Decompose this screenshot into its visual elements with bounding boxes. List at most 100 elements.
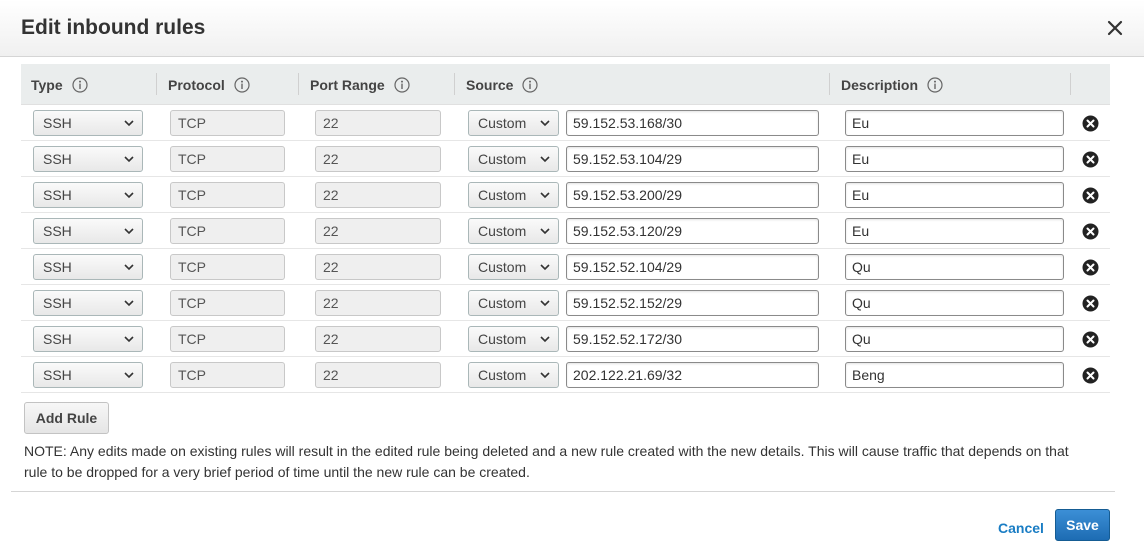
chevron-down-icon bbox=[124, 336, 134, 343]
chevron-down-icon bbox=[124, 120, 134, 127]
source-cidr-input[interactable]: 59.152.53.120/29 bbox=[566, 218, 819, 244]
type-select[interactable]: SSH bbox=[33, 146, 143, 172]
source-type-select[interactable]: Custom bbox=[468, 110, 559, 136]
source-type-select[interactable]: Custom bbox=[468, 290, 559, 316]
column-header-protocol: Protocol bbox=[168, 64, 250, 105]
column-divider bbox=[829, 73, 830, 95]
type-select[interactable]: SSH bbox=[33, 182, 143, 208]
source-type-value: Custom bbox=[478, 331, 527, 347]
protocol-field: TCP bbox=[170, 362, 285, 388]
source-cidr-input[interactable]: 59.152.52.172/30 bbox=[566, 326, 819, 352]
remove-rule-icon[interactable] bbox=[1082, 331, 1099, 348]
type-select[interactable]: SSH bbox=[33, 290, 143, 316]
port-range-field: 22 bbox=[315, 218, 441, 244]
protocol-field: TCP bbox=[170, 326, 285, 352]
chevron-down-icon bbox=[540, 372, 550, 379]
description-input[interactable]: Qu bbox=[845, 326, 1064, 352]
source-type-select[interactable]: Custom bbox=[468, 182, 559, 208]
source-cidr-input[interactable]: 59.152.53.168/30 bbox=[566, 110, 819, 136]
rule-row: SSH TCP 22 Custom 202.122.21.69/32 Beng bbox=[21, 357, 1110, 393]
close-icon[interactable] bbox=[1104, 17, 1126, 39]
info-icon[interactable] bbox=[72, 76, 88, 93]
description-input[interactable]: Eu bbox=[845, 218, 1064, 244]
description-input[interactable]: Qu bbox=[845, 254, 1064, 280]
remove-rule-icon[interactable] bbox=[1082, 223, 1099, 240]
chevron-down-icon bbox=[124, 264, 134, 271]
type-value: SSH bbox=[43, 187, 72, 203]
info-icon[interactable] bbox=[522, 76, 539, 93]
chevron-down-icon bbox=[540, 300, 550, 307]
chevron-down-icon bbox=[124, 300, 134, 307]
chevron-down-icon bbox=[540, 336, 550, 343]
source-cidr-input[interactable]: 202.122.21.69/32 bbox=[566, 362, 819, 388]
cancel-button[interactable]: Cancel bbox=[998, 520, 1044, 536]
protocol-field: TCP bbox=[170, 290, 285, 316]
remove-rule-icon[interactable] bbox=[1082, 151, 1099, 168]
protocol-field: TCP bbox=[170, 182, 285, 208]
port-range-field: 22 bbox=[315, 182, 441, 208]
remove-rule-icon[interactable] bbox=[1082, 295, 1099, 312]
add-rule-button[interactable]: Add Rule bbox=[24, 402, 109, 434]
type-select[interactable]: SSH bbox=[33, 218, 143, 244]
port-range-field: 22 bbox=[315, 290, 441, 316]
type-value: SSH bbox=[43, 115, 72, 131]
rule-row: SSH TCP 22 Custom 59.152.53.104/29 Eu bbox=[21, 141, 1110, 177]
source-cidr-input[interactable]: 59.152.52.104/29 bbox=[566, 254, 819, 280]
column-label-source: Source bbox=[466, 76, 514, 93]
port-range-field: 22 bbox=[315, 254, 441, 280]
remove-rule-icon[interactable] bbox=[1082, 259, 1099, 276]
source-type-value: Custom bbox=[478, 295, 527, 311]
source-type-select[interactable]: Custom bbox=[468, 362, 559, 388]
source-type-value: Custom bbox=[478, 223, 527, 239]
chevron-down-icon bbox=[540, 156, 550, 163]
inbound-rules-table: Type Protocol Port Range Source Descript… bbox=[21, 64, 1110, 393]
source-type-select[interactable]: Custom bbox=[468, 218, 559, 244]
chevron-down-icon bbox=[540, 120, 550, 127]
column-header-source: Source bbox=[466, 64, 539, 105]
source-cidr-input[interactable]: 59.152.53.200/29 bbox=[566, 182, 819, 208]
note-text: NOTE: Any edits made on existing rules w… bbox=[24, 443, 1069, 480]
source-type-value: Custom bbox=[478, 115, 527, 131]
port-range-field: 22 bbox=[315, 326, 441, 352]
source-type-select[interactable]: Custom bbox=[468, 254, 559, 280]
info-icon[interactable] bbox=[234, 76, 250, 93]
column-divider bbox=[156, 73, 157, 95]
column-divider bbox=[298, 73, 299, 95]
source-type-select[interactable]: Custom bbox=[468, 326, 559, 352]
type-value: SSH bbox=[43, 223, 72, 239]
remove-rule-icon[interactable] bbox=[1082, 115, 1099, 132]
chevron-down-icon bbox=[540, 264, 550, 271]
save-button[interactable]: Save bbox=[1055, 509, 1110, 541]
type-select[interactable]: SSH bbox=[33, 362, 143, 388]
description-input[interactable]: Eu bbox=[845, 146, 1064, 172]
type-value: SSH bbox=[43, 331, 72, 347]
description-input[interactable]: Beng bbox=[845, 362, 1064, 388]
column-label-port-range: Port Range bbox=[310, 76, 385, 93]
rule-row: SSH TCP 22 Custom 59.152.52.104/29 Qu bbox=[21, 249, 1110, 285]
description-input[interactable]: Eu bbox=[845, 110, 1064, 136]
port-range-field: 22 bbox=[315, 146, 441, 172]
type-select[interactable]: SSH bbox=[33, 254, 143, 280]
protocol-field: TCP bbox=[170, 110, 285, 136]
rule-row: SSH TCP 22 Custom 59.152.53.200/29 Eu bbox=[21, 177, 1110, 213]
remove-rule-icon[interactable] bbox=[1082, 187, 1099, 204]
description-input[interactable]: Eu bbox=[845, 182, 1064, 208]
chevron-down-icon bbox=[124, 372, 134, 379]
source-type-value: Custom bbox=[478, 259, 527, 275]
type-value: SSH bbox=[43, 259, 72, 275]
source-cidr-input[interactable]: 59.152.53.104/29 bbox=[566, 146, 819, 172]
description-input[interactable]: Qu bbox=[845, 290, 1064, 316]
rule-row: SSH TCP 22 Custom 59.152.53.120/29 Eu bbox=[21, 213, 1110, 249]
column-label-protocol: Protocol bbox=[168, 76, 225, 93]
remove-rule-icon[interactable] bbox=[1082, 367, 1099, 384]
table-header: Type Protocol Port Range Source Descript… bbox=[21, 64, 1110, 105]
type-value: SSH bbox=[43, 295, 72, 311]
type-select[interactable]: SSH bbox=[33, 326, 143, 352]
source-cidr-input[interactable]: 59.152.52.152/29 bbox=[566, 290, 819, 316]
info-icon[interactable] bbox=[927, 76, 943, 93]
column-label-type: Type bbox=[31, 76, 63, 93]
info-icon[interactable] bbox=[394, 76, 410, 93]
column-divider bbox=[1070, 73, 1071, 95]
type-select[interactable]: SSH bbox=[33, 110, 143, 136]
source-type-select[interactable]: Custom bbox=[468, 146, 559, 172]
